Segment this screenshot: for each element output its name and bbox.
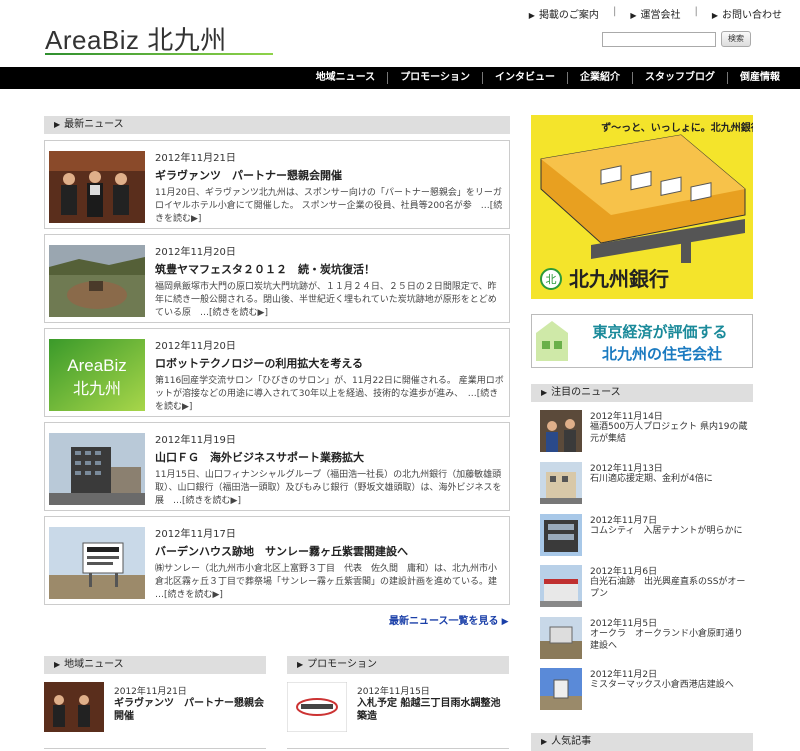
featured-item[interactable]: 2012年11月7日 コムシティ 入居テナントが明らかに bbox=[531, 510, 753, 561]
search-button[interactable]: 検索 bbox=[721, 31, 751, 47]
featured-item[interactable]: 2012年11月6日 白光石油跡 出光興産直系のSSがオープン bbox=[531, 561, 753, 612]
featured-item[interactable]: 2012年11月2日 ミスターマックス小倉西港店建設へ bbox=[531, 664, 753, 715]
featured-title[interactable]: ミスターマックス小倉西港店建設へ bbox=[590, 679, 748, 691]
regional-news-item[interactable]: 2012年11月21日 ギラヴァンツ パートナー懇親会開催 bbox=[44, 682, 266, 751]
news-title[interactable]: 山口ＦＧ 海外ビジネスサポート業務拡大 bbox=[155, 449, 364, 465]
promotion-heading: プロモーション bbox=[287, 656, 509, 674]
featured-thumbnail[interactable] bbox=[540, 462, 582, 504]
featured-item[interactable]: 2012年11月5日 オークラ オークランド小倉原町通り建設へ bbox=[531, 613, 753, 664]
promotion-date: 2012年11月15日 bbox=[357, 687, 430, 697]
divider bbox=[287, 748, 509, 749]
nav-interview[interactable]: インタビュー bbox=[483, 72, 568, 84]
news-item[interactable]: AreaBiz 北九州 2012年11月20日 ロボットテクノロジーの利用拡大を… bbox=[44, 328, 510, 417]
news-excerpt: 第116回産学交流サロン「ひびきのサロン」が、11月22日に開催される。 産業用… bbox=[155, 376, 504, 412]
news-item[interactable]: 2012年11月19日 山口ＦＧ 海外ビジネスサポート業務拡大 11月15日、山… bbox=[44, 422, 510, 511]
latest-news-heading: 最新ニュース bbox=[44, 116, 510, 134]
link-listing-info[interactable]: 掲載のご案内 bbox=[529, 6, 599, 21]
news-excerpt: 11月15日、山口フィナンシャルグループ（福田浩一社長）の北九州銀行（加藤敏雄頭… bbox=[155, 470, 502, 506]
divider: | bbox=[694, 6, 698, 17]
banner-line1: 東京経済が評価する bbox=[592, 323, 727, 341]
banner-slogan: ず〜っと、いっしょに。北九州銀行 bbox=[601, 121, 753, 134]
featured-title[interactable]: 福酒500万人プロジェクト 県内19の蔵元が集結 bbox=[590, 421, 748, 445]
news-excerpt: ㈱サンレー（北九州市小倉北区上富野３丁目 代表 佐久間 庸和）は、北九州市小倉北… bbox=[155, 564, 507, 600]
news-item[interactable]: 2012年11月17日 バーデンハウス跡地 サンレー霧ヶ丘紫雲閣建設へ ㈱サンレ… bbox=[44, 516, 510, 605]
read-more-link[interactable]: …[続きを読む▶] bbox=[173, 496, 241, 506]
header-links: 掲載のご案内 | 運営会社 | お問い合わせ bbox=[529, 6, 782, 21]
news-excerpt: 11月20日、ギラヴァンツ北九州は、スポンサー向けの「パートナー懇親会」をリーガ… bbox=[155, 188, 503, 224]
featured-title[interactable]: オークラ オークランド小倉原町通り建設へ bbox=[590, 628, 748, 652]
news-date: 2012年11月17日 bbox=[155, 529, 236, 540]
news-date: 2012年11月20日 bbox=[155, 341, 236, 352]
news-excerpt: 福岡県飯塚市大門の原口炭坑大門坑跡が、１１月２４日、２５日の２日間限定で、昨年に… bbox=[155, 282, 497, 318]
news-thumbnail[interactable] bbox=[49, 151, 145, 223]
featured-thumbnail[interactable] bbox=[540, 668, 582, 710]
news-thumbnail[interactable] bbox=[49, 245, 145, 317]
bank-name: 北九州銀行 bbox=[569, 267, 669, 291]
areabiz-logo-text: AreaBiz bbox=[67, 356, 127, 375]
popular-articles-heading: 人気記事 bbox=[531, 733, 753, 751]
read-more-link[interactable]: …[続きを読む▶] bbox=[155, 590, 223, 600]
promotion-title[interactable]: 入札予定 船越三丁目雨水調整池築造 bbox=[357, 697, 507, 723]
housing-company-banner[interactable]: 東京経済が評価する 北九州の住宅会社 bbox=[531, 314, 753, 368]
news-title[interactable]: 筑豊ヤマフェスタ２０１２ 続・炭坑復活！ bbox=[155, 261, 375, 277]
link-contact[interactable]: お問い合わせ bbox=[712, 6, 782, 21]
news-item[interactable]: 2012年11月21日 ギラヴァンツ パートナー懇親会開催 11月20日、ギラヴ… bbox=[44, 140, 510, 229]
regional-date: 2012年11月21日 bbox=[114, 687, 187, 697]
search-input[interactable] bbox=[602, 32, 716, 47]
news-title[interactable]: ロボットテクノロジーの利用拡大を考える bbox=[155, 355, 363, 371]
news-date: 2012年11月21日 bbox=[155, 153, 236, 164]
areabiz-logo-text: 北九州 bbox=[73, 379, 121, 398]
news-date: 2012年11月19日 bbox=[155, 435, 236, 446]
news-date: 2012年11月20日 bbox=[155, 247, 236, 258]
divider bbox=[44, 748, 266, 749]
regional-title[interactable]: ギラヴァンツ パートナー懇親会開催 bbox=[114, 697, 264, 723]
news-title[interactable]: バーデンハウス跡地 サンレー霧ヶ丘紫雲閣建設へ bbox=[155, 543, 408, 559]
featured-title[interactable]: 石川適応援定期、金利が4倍に bbox=[590, 473, 748, 485]
news-thumbnail[interactable] bbox=[49, 527, 145, 599]
main-nav: 地域ニュース プロモーション インタビュー 企業紹介 スタッフブログ 倒産情報 bbox=[0, 67, 800, 89]
featured-news-heading: 注目のニュース bbox=[531, 384, 753, 402]
regional-news-heading: 地域ニュース bbox=[44, 656, 266, 674]
featured-item[interactable]: 2012年11月13日 石川適応援定期、金利が4倍に bbox=[531, 458, 753, 509]
divider: | bbox=[612, 6, 617, 17]
read-more-link[interactable]: …[続きを読む▶] bbox=[200, 308, 268, 318]
nav-bankruptcy[interactable]: 倒産情報 bbox=[728, 72, 792, 84]
featured-thumbnail[interactable] bbox=[540, 514, 582, 556]
link-company[interactable]: 運営会社 bbox=[630, 6, 680, 21]
featured-thumbnail[interactable] bbox=[540, 410, 582, 452]
news-title[interactable]: ギラヴァンツ パートナー懇親会開催 bbox=[155, 167, 342, 183]
nav-company[interactable]: 企業紹介 bbox=[568, 72, 633, 84]
nav-regional-news[interactable]: 地域ニュース bbox=[304, 72, 389, 84]
regional-thumbnail[interactable] bbox=[44, 682, 104, 732]
nav-staff-blog[interactable]: スタッフブログ bbox=[633, 72, 728, 84]
news-thumbnail[interactable]: AreaBiz 北九州 bbox=[49, 339, 145, 411]
featured-thumbnail[interactable] bbox=[540, 565, 582, 607]
banner-line2: 北九州の住宅会社 bbox=[602, 345, 722, 363]
featured-item[interactable]: 2012年11月14日 福酒500万人プロジェクト 県内19の蔵元が集結 bbox=[531, 406, 753, 457]
kitakyushu-bank-banner[interactable]: ず〜っと、いっしょに。北九州銀行 北 北九州銀行 bbox=[531, 115, 753, 299]
all-news-link[interactable]: 最新ニュース一覧を見る bbox=[389, 612, 509, 627]
logo-underline bbox=[45, 53, 273, 55]
featured-thumbnail[interactable] bbox=[540, 617, 582, 659]
news-item[interactable]: 2012年11月20日 筑豊ヤマフェスタ２０１２ 続・炭坑復活！ 福岡県飯塚市大… bbox=[44, 234, 510, 323]
nav-promotion[interactable]: プロモーション bbox=[388, 72, 483, 84]
promotion-thumbnail[interactable] bbox=[287, 682, 347, 732]
svg-text:北: 北 bbox=[546, 273, 557, 286]
featured-title[interactable]: 白光石油跡 出光興産直系のSSがオープン bbox=[590, 576, 748, 600]
featured-title[interactable]: コムシティ 入居テナントが明らかに bbox=[590, 525, 748, 537]
promotion-item[interactable]: 2012年11月15日 入札予定 船越三丁目雨水調整池築造 bbox=[287, 682, 509, 751]
news-thumbnail[interactable] bbox=[49, 433, 145, 505]
site-logo[interactable]: AreaBiz 北九州 bbox=[45, 20, 227, 57]
